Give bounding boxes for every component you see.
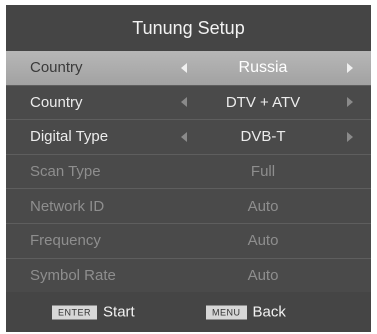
left-arrow-icon[interactable]	[181, 62, 187, 73]
right-arrow-icon[interactable]	[347, 62, 353, 73]
footer-hints: ENTER Start MENU Back	[6, 292, 371, 332]
row-label: Country	[30, 59, 83, 77]
row-label: Symbol Rate	[30, 266, 116, 284]
row-tv-mode[interactable]: Country DTV + ATV	[6, 86, 371, 121]
row-label: Frequency	[30, 232, 101, 250]
start-label: Start	[103, 303, 135, 321]
row-label: Digital Type	[30, 128, 109, 146]
settings-list: Country Russia Country DTV + ATV Digital…	[6, 51, 371, 294]
menu-back-hint[interactable]: MENU Back	[206, 304, 286, 321]
row-value: Auto	[247, 266, 279, 284]
row-frequency: Frequency Auto	[6, 224, 371, 259]
row-label: Network ID	[30, 197, 105, 215]
row-value: DTV + ATV	[225, 93, 301, 111]
row-value: DVB-T	[240, 128, 286, 146]
back-label: Back	[252, 303, 286, 321]
row-scan-type: Scan Type Full	[6, 155, 371, 190]
enter-key-badge: ENTER	[52, 305, 98, 319]
row-network-id: Network ID Auto	[6, 189, 371, 224]
left-arrow-icon[interactable]	[181, 97, 187, 108]
right-arrow-icon[interactable]	[347, 131, 353, 142]
left-arrow-icon[interactable]	[181, 131, 187, 142]
menu-key-badge: MENU	[206, 305, 247, 319]
row-value: Russia	[238, 58, 288, 76]
row-country[interactable]: Country Russia	[6, 51, 371, 86]
row-symbol-rate: Symbol Rate Auto	[6, 259, 371, 294]
right-arrow-icon[interactable]	[347, 97, 353, 108]
row-label: Country	[30, 93, 83, 111]
enter-start-hint[interactable]: ENTER Start	[52, 304, 135, 321]
row-value: Full	[250, 163, 276, 181]
row-label: Scan Type	[30, 163, 101, 181]
page-title: Tunung Setup	[6, 5, 371, 51]
row-value: Auto	[247, 232, 279, 250]
tuning-setup-panel: Tunung Setup Country Russia Country DTV …	[6, 5, 371, 332]
row-digital-type[interactable]: Digital Type DVB-T	[6, 120, 371, 155]
row-value: Auto	[247, 197, 279, 215]
